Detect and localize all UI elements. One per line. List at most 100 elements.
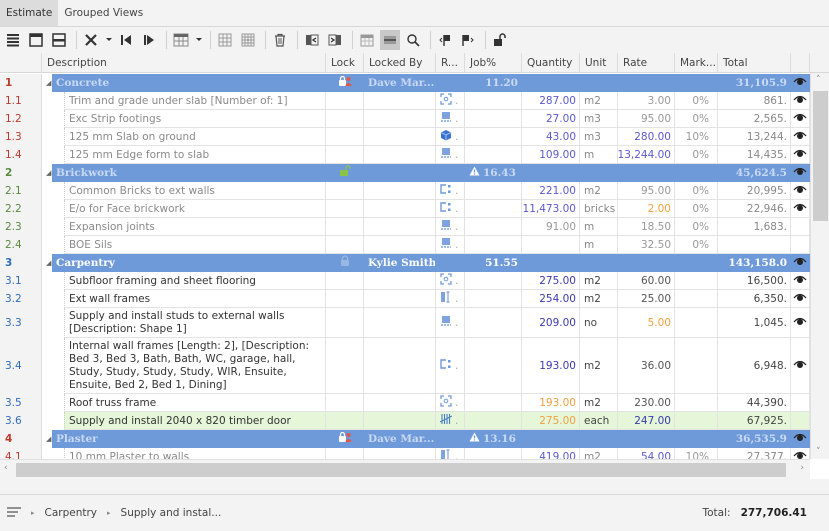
description-cell[interactable]: Subfloor framing and sheet flooring <box>64 272 326 290</box>
r-cell[interactable]: . <box>436 272 465 290</box>
visibility-cell[interactable] <box>791 272 810 290</box>
visibility-cell[interactable] <box>791 110 810 128</box>
description-cell[interactable]: Carpentry <box>52 254 326 272</box>
quantity-cell[interactable]: 193.00 <box>522 338 580 394</box>
grid-icon[interactable] <box>215 30 235 50</box>
quantity-cell[interactable]: 43.00 <box>522 128 580 146</box>
header-quantity[interactable]: Quantity <box>522 53 580 73</box>
header-lock[interactable]: Lock <box>326 53 364 73</box>
lock-icon[interactable] <box>339 255 351 270</box>
unit-cell[interactable]: m <box>580 236 618 254</box>
rate-cell[interactable]: 2.00 <box>618 200 675 218</box>
r-cell[interactable]: . <box>436 394 465 412</box>
collapse-icon[interactable]: ◢ <box>46 79 51 87</box>
calendar-icon[interactable] <box>357 30 377 50</box>
table-row[interactable]: 2.1 Common Bricks to ext walls . 221.00 m2 9… <box>0 182 810 200</box>
unit-cell[interactable]: bricks <box>580 200 618 218</box>
header-r[interactable]: R... <box>436 53 465 73</box>
table-row[interactable]: 2.4 BOE Sils . m 32.50 0% <box>0 236 810 254</box>
header-markup[interactable]: Mark... <box>675 53 718 73</box>
r-cell[interactable]: . <box>436 308 465 338</box>
rate-cell[interactable]: 247.00 <box>618 412 675 430</box>
dropdown-icon[interactable] <box>104 30 114 50</box>
unit-cell[interactable]: each <box>580 412 618 430</box>
search-icon[interactable] <box>403 30 423 50</box>
quantity-cell[interactable]: 11,473.00 <box>522 200 580 218</box>
unit-cell[interactable]: m2 <box>580 394 618 412</box>
visibility-cell[interactable] <box>791 290 810 308</box>
r-cell[interactable]: . <box>436 92 465 110</box>
r-cell[interactable]: . <box>436 200 465 218</box>
quantity-cell[interactable]: 275.00 <box>522 272 580 290</box>
markup-cell[interactable] <box>675 338 718 394</box>
markup-cell[interactable]: 0% <box>675 200 718 218</box>
collapse-left-icon[interactable] <box>302 30 322 50</box>
markup-cell[interactable] <box>675 394 718 412</box>
trash-icon[interactable] <box>270 30 290 50</box>
table-row[interactable]: 3.2 Ext wall frames . 254.00 m2 25.00 6,350. <box>0 290 810 308</box>
unit-cell[interactable]: m2 <box>580 272 618 290</box>
menu-icon[interactable] <box>7 506 21 520</box>
vertical-scrollbar[interactable]: ˄ ˅ <box>810 73 829 459</box>
table-row[interactable]: 1.4 125 mm Edge form to slab . 109.00 m 13,2… <box>0 146 810 164</box>
description-cell[interactable]: 125 mm Edge form to slab <box>64 146 326 164</box>
eye-icon[interactable] <box>793 202 807 215</box>
rate-cell[interactable]: 95.00 <box>618 110 675 128</box>
tools-icon[interactable] <box>81 30 101 50</box>
eye-icon[interactable] <box>793 256 807 269</box>
collapse-icon[interactable]: ◢ <box>46 435 51 443</box>
eye-icon[interactable] <box>793 184 807 197</box>
r-cell[interactable]: . <box>436 236 465 254</box>
description-cell[interactable]: Exc Strip footings <box>64 110 326 128</box>
rate-cell[interactable]: 3.00 <box>618 92 675 110</box>
unit-cell[interactable]: m2 <box>580 92 618 110</box>
description-cell[interactable]: Supply and install 2040 x 820 timber doo… <box>64 412 326 430</box>
r-cell[interactable]: . <box>436 412 465 430</box>
user-lock-icon[interactable] <box>338 431 352 446</box>
header-rate[interactable]: Rate <box>618 53 675 73</box>
flag-left-icon[interactable] <box>435 30 455 50</box>
eye-icon[interactable] <box>793 76 807 89</box>
eye-icon[interactable] <box>793 316 807 329</box>
quantity-cell[interactable] <box>522 236 580 254</box>
collapse-icon[interactable]: ◢ <box>46 259 51 267</box>
footer-layout-icon[interactable] <box>49 30 69 50</box>
rate-cell[interactable]: 32.50 <box>618 236 675 254</box>
group-row[interactable]: 2 ◢ Brickwork 16.43 45,624.5 <box>0 164 810 182</box>
grid-dense-icon[interactable] <box>238 30 258 50</box>
tab-grouped-views[interactable]: Grouped Views <box>58 0 149 26</box>
quantity-cell[interactable]: 287.00 <box>522 92 580 110</box>
table-row[interactable]: 3.5 Roof truss frame . 193.00 m2 230.00 44,39… <box>0 394 810 412</box>
header-locked-by[interactable]: Locked By <box>364 53 436 73</box>
rate-cell[interactable]: 18.50 <box>618 218 675 236</box>
group-row[interactable]: 1 ◢ Concrete Dave Mar... 11.20 31,105.9 <box>0 74 810 92</box>
tab-estimate[interactable]: Estimate <box>0 0 59 26</box>
breadcrumb-item[interactable]: Supply and instal... <box>121 507 222 519</box>
eye-icon[interactable] <box>793 432 807 445</box>
markup-cell[interactable] <box>675 412 718 430</box>
visibility-cell[interactable] <box>791 308 810 338</box>
description-cell[interactable]: Common Bricks to ext walls <box>64 182 326 200</box>
table-row[interactable]: 2.3 Expansion joints . 91.00 m 18.50 0% 1,683. <box>0 218 810 236</box>
horizontal-scrollbar[interactable]: ‹ › <box>0 459 810 479</box>
markup-cell[interactable]: 0% <box>675 110 718 128</box>
visibility-cell[interactable] <box>791 200 810 218</box>
user-lock-icon[interactable] <box>338 75 352 90</box>
unlock-icon[interactable] <box>490 30 510 50</box>
table-row[interactable]: 3.1 Subfloor framing and sheet flooring .… <box>0 272 810 290</box>
eye-icon[interactable] <box>793 130 807 143</box>
table-row[interactable]: 3.4 Internal wall frames [Length: 2], [De… <box>0 338 810 394</box>
unit-cell[interactable]: m <box>580 146 618 164</box>
description-cell[interactable]: E/o for Face brickwork <box>64 200 326 218</box>
header-unit[interactable]: Unit <box>580 53 618 73</box>
eye-icon[interactable] <box>793 94 807 107</box>
unit-cell[interactable]: m2 <box>580 338 618 394</box>
quantity-cell[interactable]: 221.00 <box>522 182 580 200</box>
visibility-cell[interactable] <box>791 146 810 164</box>
header-layout-icon[interactable] <box>26 30 46 50</box>
scroll-down-icon[interactable]: ˅ <box>816 447 821 457</box>
visibility-cell[interactable] <box>791 254 810 272</box>
quantity-cell[interactable]: 209.00 <box>522 308 580 338</box>
r-cell[interactable]: . <box>436 128 465 146</box>
collapse-icon[interactable]: ◢ <box>46 169 51 177</box>
